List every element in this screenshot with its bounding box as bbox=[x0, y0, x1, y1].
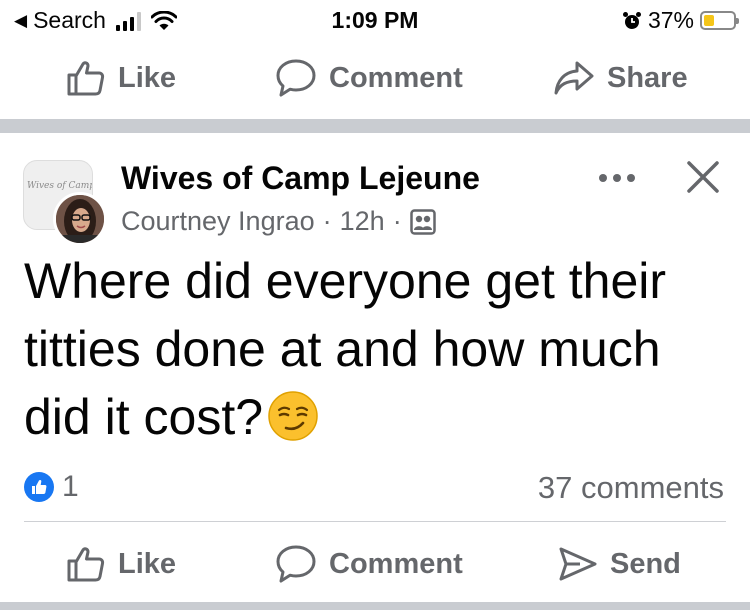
like-label: Like bbox=[118, 547, 177, 580]
post-text: Where did everyone get their titties don… bbox=[24, 253, 667, 445]
author-name-link[interactable]: Courtney Ingrao bbox=[121, 206, 315, 237]
like-reaction-icon bbox=[24, 472, 54, 502]
comments-count-link[interactable]: 37 comments bbox=[538, 470, 724, 506]
share-button[interactable]: Share bbox=[553, 48, 688, 108]
profile-photo bbox=[56, 195, 104, 243]
comment-button[interactable]: Comment bbox=[275, 48, 463, 108]
send-label: Send bbox=[610, 547, 681, 580]
thumbs-up-icon bbox=[67, 547, 105, 582]
group-name-link[interactable]: Wives of Camp Lejeune bbox=[121, 160, 480, 197]
user-avatar[interactable] bbox=[53, 192, 107, 246]
post-meta: Courtney Ingrao · 12h · bbox=[121, 206, 436, 237]
battery-icon bbox=[700, 11, 739, 30]
battery-level bbox=[704, 15, 715, 26]
previous-post-action-bar: Like Comment Share bbox=[0, 48, 750, 108]
like-label: Like bbox=[118, 61, 177, 94]
smirking-face-emoji bbox=[268, 391, 318, 441]
alarm-icon bbox=[622, 11, 641, 29]
close-icon[interactable] bbox=[685, 159, 721, 195]
comment-label: Comment bbox=[329, 61, 463, 94]
post-avatars[interactable]: Wives of Camp Lejeune bbox=[23, 160, 109, 246]
meta-separator: · bbox=[392, 206, 402, 236]
comment-label: Comment bbox=[329, 547, 463, 580]
post-body: Where did everyone get their titties don… bbox=[24, 247, 740, 451]
battery-percent: 37% bbox=[647, 7, 694, 33]
feed-divider bbox=[0, 119, 750, 133]
comment-bubble-icon bbox=[276, 545, 316, 583]
thumbs-up-icon bbox=[67, 61, 105, 96]
like-count: 1 bbox=[62, 470, 79, 503]
group-avatar-logo-text: Wives of Camp Lejeune bbox=[27, 181, 93, 191]
post-timestamp[interactable]: 12h bbox=[340, 206, 385, 237]
meta-separator: · bbox=[322, 206, 332, 236]
feed-divider bbox=[0, 602, 750, 610]
share-label: Share bbox=[607, 61, 688, 94]
reaction-divider bbox=[24, 521, 726, 522]
comment-bubble-icon bbox=[276, 59, 316, 97]
send-icon bbox=[559, 547, 597, 581]
share-arrow-icon bbox=[554, 61, 594, 95]
reaction-summary[interactable]: 1 bbox=[24, 470, 79, 504]
like-button[interactable]: Like bbox=[66, 534, 176, 594]
comment-button[interactable]: Comment bbox=[275, 534, 463, 594]
send-button[interactable]: Send bbox=[558, 534, 681, 594]
group-audience-icon bbox=[409, 208, 436, 235]
post-action-bar: Like Comment Send bbox=[0, 534, 750, 594]
status-bar: ◀ Search 1:09 PM 37% bbox=[0, 0, 750, 42]
like-button[interactable]: Like bbox=[66, 48, 176, 108]
more-options-icon[interactable] bbox=[596, 166, 638, 190]
